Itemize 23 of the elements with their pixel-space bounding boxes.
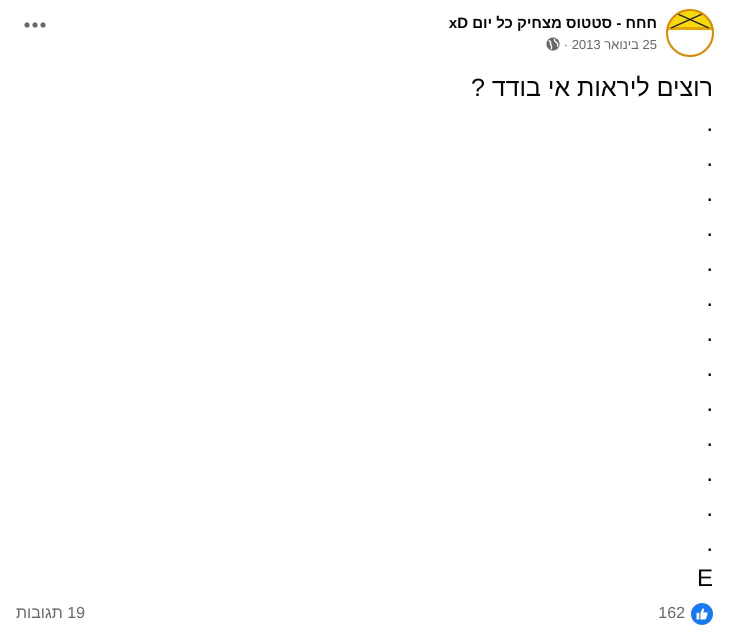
post-text-line: . <box>706 389 713 419</box>
comment-count[interactable]: 19 תגובות <box>16 605 85 623</box>
post-text-line: . <box>706 214 713 244</box>
post-text-line: . <box>706 109 713 139</box>
thumbs-up-icon[interactable] <box>691 603 713 625</box>
post-text-line: . <box>706 319 713 349</box>
post-text-line: . <box>706 249 713 279</box>
post-text-line: . <box>706 179 713 209</box>
post-text-line: רוצים ליראות אי בודד ? <box>470 73 713 104</box>
post-text-line: . <box>706 424 713 454</box>
post-text-line: E <box>696 564 713 594</box>
post-text-line: . <box>706 284 713 314</box>
post-text-line: . <box>706 354 713 384</box>
avatar-icon[interactable] <box>665 8 715 58</box>
post-text-line: . <box>706 459 713 489</box>
post-text-line: . <box>706 144 713 174</box>
post-text-line: . <box>706 494 713 524</box>
like-count[interactable]: 162 <box>658 605 685 623</box>
more-options-icon[interactable] <box>24 22 46 28</box>
globe-icon <box>546 37 560 51</box>
post-text-line: . <box>706 529 713 559</box>
post-date[interactable]: 25 בינואר 2013 · <box>564 36 657 52</box>
author-name[interactable]: חחח - סטטוס מצחיק כל יום xD <box>448 14 657 32</box>
